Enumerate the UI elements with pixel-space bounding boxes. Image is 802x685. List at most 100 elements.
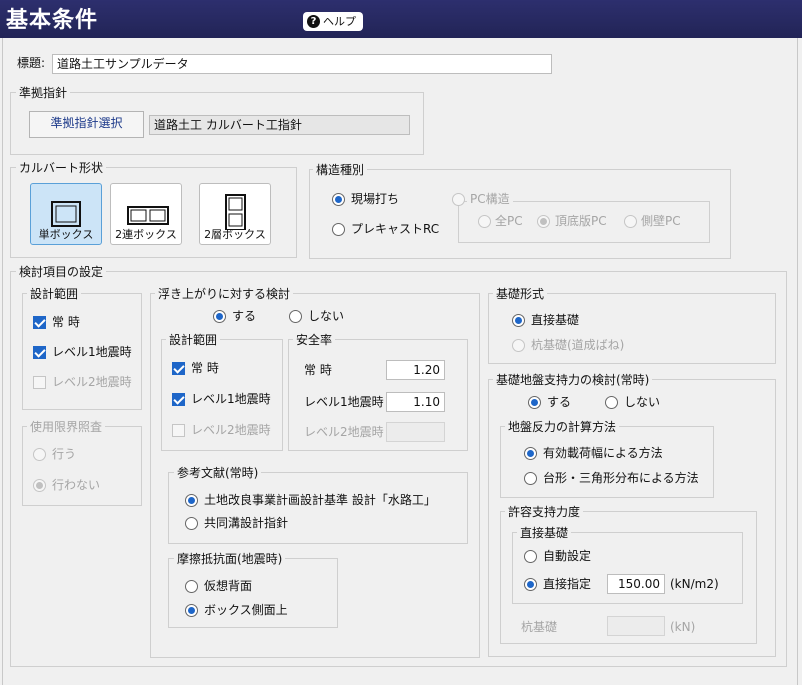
uplift-range-legend: 設計範囲 xyxy=(166,333,221,347)
reference-conduit-radio[interactable] xyxy=(185,517,198,530)
uplift-normal-check[interactable] xyxy=(172,362,185,375)
bearing-no-radio[interactable] xyxy=(605,396,618,409)
uplift-no-radio[interactable] xyxy=(289,310,302,323)
uplift-normal-label: 常 時 xyxy=(191,361,219,375)
full-pc-radio[interactable] xyxy=(478,215,491,228)
uplift-level1-check[interactable] xyxy=(172,393,185,406)
auto-setting-label: 自動設定 xyxy=(543,549,592,563)
help-label: ヘルプ xyxy=(323,15,356,28)
manual-bearing-unit: (kN/m2) xyxy=(670,577,719,591)
shape-label: 2層ボックス xyxy=(204,228,266,241)
precast-radio[interactable] xyxy=(332,223,345,236)
uplift-yes-label: する xyxy=(232,309,257,323)
allowable-bearing-legend: 許容支持力度 xyxy=(505,505,584,519)
safety-normal-label: 常 時 xyxy=(304,363,332,377)
effective-width-radio[interactable] xyxy=(524,447,537,460)
friction-box-label: ボックス側面上 xyxy=(204,603,288,617)
reference-conduit-label: 共同溝設計指針 xyxy=(204,516,289,530)
structure-type-legend: 構造種別 xyxy=(313,163,368,177)
two-layer-box-icon xyxy=(225,194,246,230)
uplift-level2-label: レベル2地震時 xyxy=(191,423,271,437)
service-limit-no-label: 行わない xyxy=(52,478,101,492)
normal-label: 常 時 xyxy=(52,315,80,329)
effective-width-label: 有効載荷幅による方法 xyxy=(543,446,663,460)
single-box-icon xyxy=(51,201,81,227)
safety-normal-input[interactable]: 1.20 xyxy=(386,360,445,380)
shape-two-layer-box[interactable]: 2層ボックス xyxy=(199,183,271,245)
manual-setting-radio[interactable] xyxy=(524,578,537,591)
manual-bearing-input[interactable]: 150.00 xyxy=(607,574,665,594)
service-limit-yes-radio[interactable] xyxy=(33,448,46,461)
help-button[interactable]: ? ヘルプ xyxy=(303,12,363,31)
double-box-icon xyxy=(127,206,169,225)
friction-legend: 摩擦抵抗面(地震時) xyxy=(174,552,286,566)
pc-structure-legend: PC構造 xyxy=(467,192,513,206)
reference-land-radio[interactable] xyxy=(185,494,198,507)
level1-label: レベル1地震時 xyxy=(52,345,132,359)
level2-label: レベル2地震時 xyxy=(52,375,132,389)
safety-level2-input[interactable] xyxy=(386,422,445,442)
title-bar xyxy=(0,0,802,38)
shape-label: 単ボックス xyxy=(38,228,94,241)
bearing-no-label: しない xyxy=(624,395,661,409)
shape-double-box[interactable]: 2連ボックス xyxy=(110,183,182,245)
level2-check[interactable] xyxy=(33,376,46,389)
wall-pc-radio[interactable] xyxy=(624,215,637,228)
bearing-yes-radio[interactable] xyxy=(528,396,541,409)
pile-bearing-unit: (kN) xyxy=(670,620,696,634)
bearing-yes-label: する xyxy=(547,395,572,409)
standard-select-button[interactable]: 準拠指針選択 xyxy=(29,111,144,138)
cast-in-place-label: 現場打ち xyxy=(351,192,400,206)
foundation-legend: 基礎形式 xyxy=(493,287,548,301)
uplift-level1-label: レベル1地震時 xyxy=(191,392,271,406)
friction-virtual-label: 仮想背面 xyxy=(204,579,253,593)
reference-legend: 参考文献(常時) xyxy=(174,466,262,480)
manual-setting-label: 直接指定 xyxy=(543,577,592,591)
slab-pc-radio[interactable] xyxy=(537,215,550,228)
service-limit-no-radio[interactable] xyxy=(33,479,46,492)
reaction-method-group xyxy=(500,426,714,498)
slab-pc-label: 頂底版PC xyxy=(555,214,607,228)
pile-foundation-radio[interactable] xyxy=(512,339,525,352)
pc-structure-radio[interactable] xyxy=(452,193,465,206)
direct-foundation-radio[interactable] xyxy=(512,314,525,327)
design-range-legend: 設計範囲 xyxy=(27,287,82,301)
pile-bearing-label: 杭基礎 xyxy=(521,620,558,634)
check-items-legend: 検討項目の設定 xyxy=(16,265,107,279)
precast-label: プレキャストRC xyxy=(351,222,440,236)
trapezoid-radio[interactable] xyxy=(524,472,537,485)
question-icon: ? xyxy=(307,15,320,28)
full-pc-label: 全PC xyxy=(495,214,523,228)
uplift-level2-check[interactable] xyxy=(172,424,185,437)
title-input[interactable]: 道路土工サンプルデータ xyxy=(52,54,552,74)
culvert-shape-legend: カルバート形状 xyxy=(16,161,107,175)
shape-single-box[interactable]: 単ボックス xyxy=(30,183,102,245)
service-limit-yes-label: 行う xyxy=(52,447,77,461)
shape-label: 2連ボックス xyxy=(115,228,177,241)
cast-in-place-radio[interactable] xyxy=(332,193,345,206)
page-title: 基本条件 xyxy=(6,8,99,33)
reaction-method-legend: 地盤反力の計算方法 xyxy=(505,420,620,434)
normal-check[interactable] xyxy=(33,316,46,329)
wall-pc-label: 側壁PC xyxy=(641,214,681,228)
standard-legend: 準拠指針 xyxy=(16,86,71,100)
level1-check[interactable] xyxy=(33,346,46,359)
friction-box-radio[interactable] xyxy=(185,604,198,617)
service-limit-legend: 使用限界照査 xyxy=(27,420,106,434)
uplift-yes-radio[interactable] xyxy=(213,310,226,323)
trapezoid-label: 台形・三角形分布による方法 xyxy=(543,471,699,485)
friction-virtual-radio[interactable] xyxy=(185,580,198,593)
pile-bearing-input[interactable] xyxy=(607,616,665,636)
direct-foundation-label: 直接基礎 xyxy=(531,313,580,327)
reference-group xyxy=(168,472,468,544)
title-field-label: 標題: xyxy=(17,56,46,70)
bearing-legend: 基礎地盤支持力の検討(常時) xyxy=(493,373,653,387)
auto-setting-radio[interactable] xyxy=(524,550,537,563)
service-limit-group xyxy=(22,426,142,506)
uplift-legend: 浮き上がりに対する検討 xyxy=(155,287,294,301)
reference-land-label: 土地改良事業計画設計基準 設計「水路工」 xyxy=(204,493,436,507)
uplift-no-label: しない xyxy=(308,309,345,323)
allowable-direct-legend: 直接基礎 xyxy=(517,526,572,540)
safety-level1-input[interactable]: 1.10 xyxy=(386,392,445,412)
safety-level1-label: レベル1地震時 xyxy=(304,395,384,409)
